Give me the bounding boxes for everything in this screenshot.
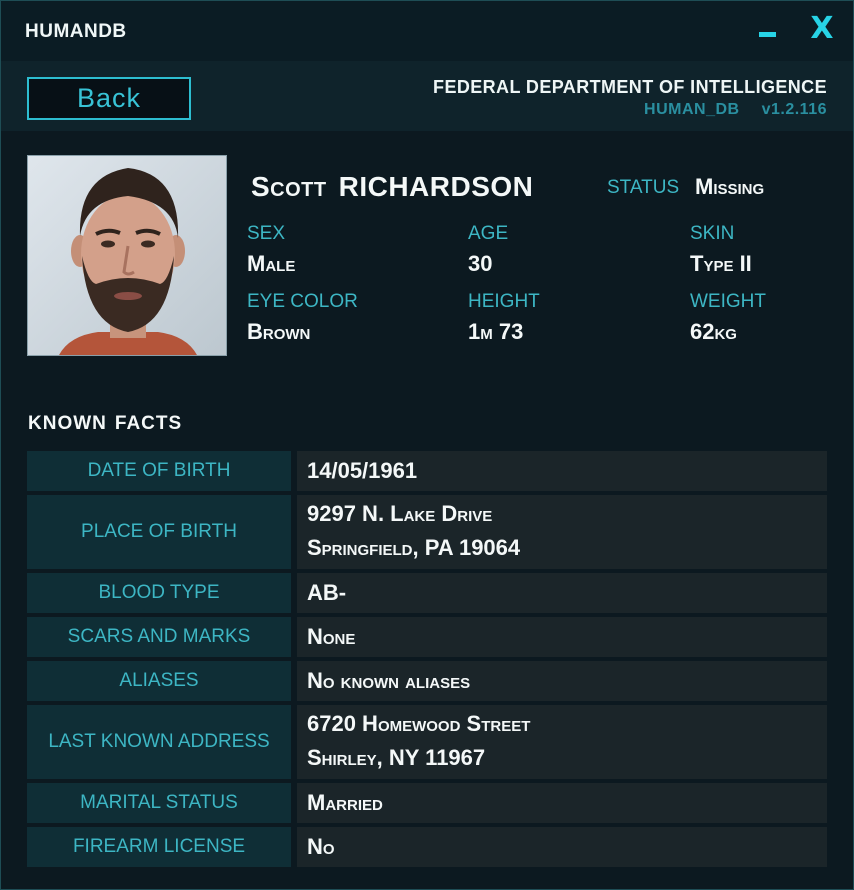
facts-table: DATE OF BIRTH 14/05/1961 PLACE OF BIRTH … (27, 451, 827, 871)
fact-value-line: 9297 N. Lake Drive (307, 501, 493, 526)
sex-value: Male (247, 251, 296, 276)
humandb-window: HUMANDB X Back FEDERAL DEPARTMENT OF INT… (0, 0, 854, 890)
known-facts-title: KNOWN FACTS (28, 413, 182, 435)
fact-value-line: Springfield, PA 19064 (307, 535, 521, 560)
fact-value-line: Shirley, NY 11967 (307, 745, 486, 770)
fact-label: SCARS AND MARKS (27, 617, 291, 657)
fact-value-line: 14/05/1961 (307, 458, 418, 483)
fact-label: ALIASES (27, 661, 291, 701)
age-value: 30 (468, 251, 493, 276)
fact-row-last-known-address: LAST KNOWN ADDRESS 6720 Homewood Street S… (27, 705, 827, 779)
fact-value: 14/05/1961 (297, 451, 827, 491)
fact-value: Married (297, 783, 827, 823)
fact-value-line: No (307, 834, 335, 859)
fact-value-line: Married (307, 790, 383, 815)
age-label: AGE (468, 223, 509, 244)
back-button[interactable]: Back (27, 77, 191, 120)
status-label: STATUS (607, 177, 680, 198)
fact-label: LAST KNOWN ADDRESS (27, 705, 291, 779)
fact-label: PLACE OF BIRTH (27, 495, 291, 569)
fact-row-firearm-license: FIREARM LICENSE No (27, 827, 827, 867)
app-title: HUMANDB (25, 21, 127, 42)
height-label: HEIGHT (468, 291, 540, 312)
fact-label: MARITAL STATUS (27, 783, 291, 823)
eye-color-value: Brown (247, 319, 311, 344)
fact-row-blood-type: BLOOD TYPE AB- (27, 573, 827, 613)
fact-value-line: AB- (307, 580, 347, 605)
known-facts-title-word-1: KNOWN (28, 413, 107, 434)
version-number: v1.2.116 (761, 101, 827, 118)
version-info: HUMAN_DB v1.2.116 (644, 101, 827, 119)
fact-label: FIREARM LICENSE (27, 827, 291, 867)
fact-value-line: 6720 Homewood Street (307, 711, 531, 736)
height-value: 1m 73 (468, 319, 524, 344)
fact-label: BLOOD TYPE (27, 573, 291, 613)
weight-label: WEIGHT (690, 291, 766, 312)
fact-row-date-of-birth: DATE OF BIRTH 14/05/1961 (27, 451, 827, 491)
profile-photo (27, 155, 227, 356)
fact-value: No known aliases (297, 661, 827, 701)
eye-color-label: EYE COLOR (247, 291, 358, 312)
status-value: Missing (695, 174, 765, 199)
sex-label: SEX (247, 223, 286, 244)
fact-row-aliases: ALIASES No known aliases (27, 661, 827, 701)
fact-row-place-of-birth: PLACE OF BIRTH 9297 N. Lake Drive Springf… (27, 495, 827, 569)
fact-value-line: None (307, 624, 356, 649)
agency-name: FEDERAL DEPARTMENT OF INTELLIGENCE (433, 77, 827, 97)
fact-value-line: No known aliases (307, 668, 471, 693)
fact-value: AB- (297, 573, 827, 613)
header: Back FEDERAL DEPARTMENT OF INTELLIGENCE … (1, 61, 853, 131)
fact-value: No (297, 827, 827, 867)
fact-label: DATE OF BIRTH (27, 451, 291, 491)
minimize-icon[interactable] (751, 11, 787, 47)
close-icon[interactable]: X (804, 11, 840, 47)
first-name: Scott (251, 171, 327, 202)
weight-value: 62kg (690, 319, 737, 344)
skin-label: SKIN (690, 223, 735, 244)
skin-value: Type II (690, 251, 752, 276)
person-name: Scott RICHARDSON (251, 171, 533, 203)
last-name: RICHARDSON (338, 171, 534, 202)
fact-value: None (297, 617, 827, 657)
db-name: HUMAN_DB (644, 101, 740, 118)
title-bar: HUMANDB X (1, 1, 853, 61)
fact-value: 6720 Homewood Street Shirley, NY 11967 (297, 705, 827, 779)
known-facts-title-word-2: FACTS (114, 413, 183, 434)
fact-row-scars-and-marks: SCARS AND MARKS None (27, 617, 827, 657)
fact-value: 9297 N. Lake Drive Springfield, PA 19064 (297, 495, 827, 569)
fact-row-marital-status: MARITAL STATUS Married (27, 783, 827, 823)
